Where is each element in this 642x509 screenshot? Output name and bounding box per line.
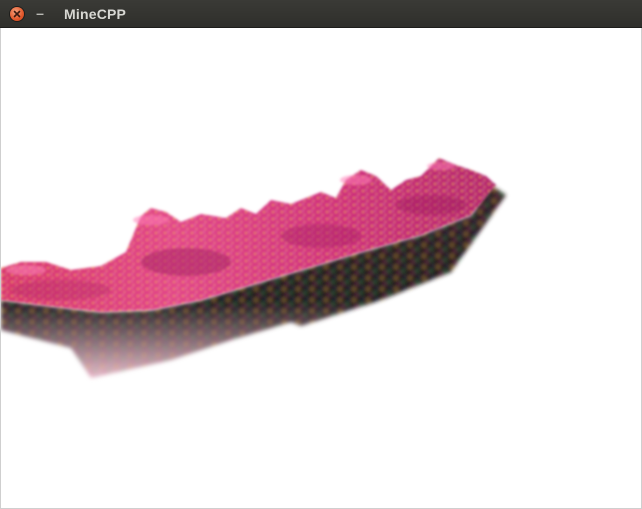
terrain-render [1, 158, 506, 378]
minimize-button[interactable]: – [32, 6, 48, 22]
render-viewport[interactable] [0, 28, 642, 509]
title-bar[interactable]: – MineCPP [0, 0, 642, 28]
window-title: MineCPP [64, 6, 127, 22]
close-icon [13, 10, 21, 18]
app-window: – MineCPP [0, 0, 642, 509]
close-button[interactable] [10, 7, 24, 21]
